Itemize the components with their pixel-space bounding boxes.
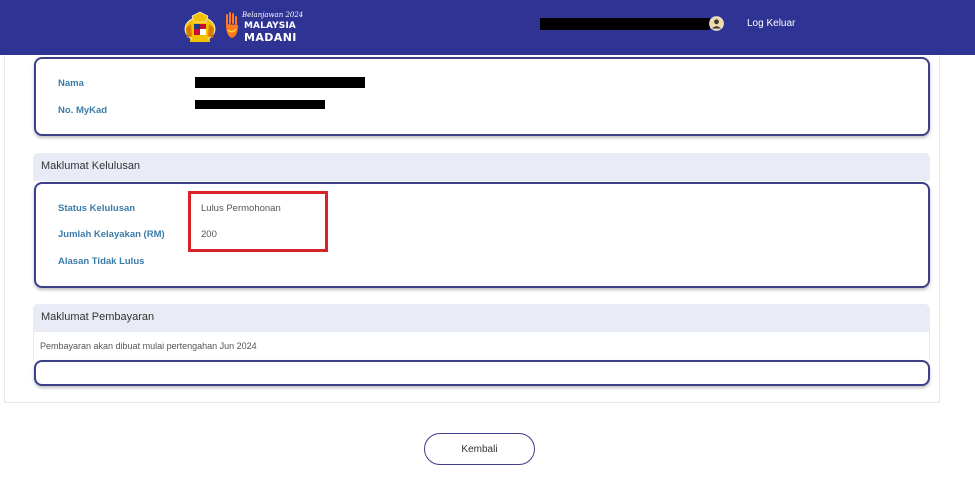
logo-group: Belanjawan 2024 MALAYSIA MADANI <box>182 9 303 45</box>
top-navbar: Belanjawan 2024 MALAYSIA MADANI Log Kelu… <box>0 0 975 55</box>
user-circle-icon[interactable] <box>709 16 724 31</box>
status-label: Status Kelulusan <box>58 203 136 214</box>
redacted-mykad-value <box>195 100 325 109</box>
approval-section-header: Maklumat Kelulusan <box>33 153 930 181</box>
approval-card <box>34 182 930 288</box>
approval-section-title: Maklumat Kelulusan <box>41 160 141 172</box>
back-button[interactable]: Kembali <box>424 433 535 465</box>
malaysia-madani-logo: Belanjawan 2024 MALAYSIA MADANI <box>224 10 303 44</box>
logo-year: Belanjawan 2024 <box>242 11 304 19</box>
highlight-annotation-box <box>188 191 328 252</box>
payment-section-header: Maklumat Pembayaran <box>33 304 930 332</box>
payment-section-title: Maklumat Pembayaran <box>41 311 155 323</box>
madani-hand-icon <box>226 12 238 38</box>
redacted-username <box>540 18 710 30</box>
amount-label: Jumlah Kelayakan (RM) <box>58 229 165 240</box>
payment-note: Pembayaran akan dibuat mulai pertengahan… <box>40 341 257 351</box>
logo-line2: MADANI <box>244 31 297 44</box>
logout-link[interactable]: Log Keluar <box>747 18 795 29</box>
reject-reason-label: Alasan Tidak Lulus <box>58 256 145 267</box>
coat-of-arms-icon <box>184 11 216 42</box>
payment-card <box>34 360 930 386</box>
logo-line1: MALAYSIA <box>244 21 296 31</box>
payment-note-row: Pembayaran akan dibuat mulai pertengahan… <box>33 332 930 360</box>
redacted-name-value <box>195 77 365 88</box>
profile-card <box>34 57 930 136</box>
mykad-label: No. MyKad <box>58 105 108 116</box>
name-label: Nama <box>58 78 84 89</box>
